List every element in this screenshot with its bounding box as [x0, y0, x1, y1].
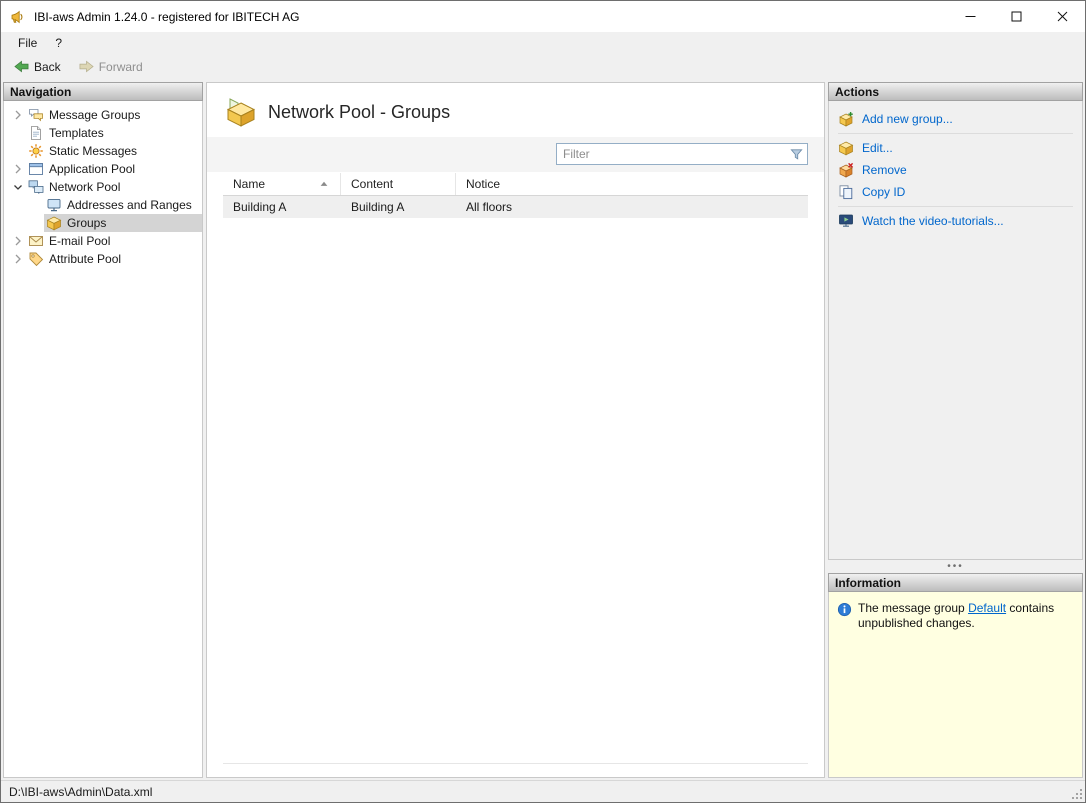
- forward-button[interactable]: Forward: [74, 57, 148, 76]
- menu-file[interactable]: File: [9, 33, 46, 53]
- filter-input[interactable]: [563, 147, 789, 161]
- menubar: File ?: [1, 32, 1085, 54]
- nav-item-templates[interactable]: Templates: [4, 124, 202, 142]
- window-controls: [947, 1, 1085, 32]
- nav-item-static-messages[interactable]: Static Messages: [4, 142, 202, 160]
- nav-item-attribute-pool[interactable]: Attribute Pool: [4, 250, 202, 268]
- information-message: The message group Default contains unpub…: [858, 601, 1055, 630]
- attribute-pool-icon: [28, 251, 44, 267]
- navigation-panel-header: Navigation: [3, 82, 203, 101]
- application-pool-icon: [28, 161, 44, 177]
- video-tutorials-icon: [838, 213, 854, 229]
- forward-arrow-icon: [79, 59, 94, 74]
- chevron-right-icon[interactable]: [10, 251, 26, 267]
- information-panel-header: Information: [828, 573, 1083, 592]
- table-row[interactable]: Building A Building A All floors: [223, 196, 808, 218]
- column-header-notice[interactable]: Notice: [456, 173, 808, 195]
- cell-content: Building A: [351, 200, 405, 214]
- action-watch-video-tutorials[interactable]: Watch the video-tutorials...: [838, 210, 1073, 232]
- templates-icon: [28, 125, 44, 141]
- actions-panel-header: Actions: [828, 82, 1083, 101]
- sort-ascending-icon: [318, 178, 330, 190]
- actions-separator: [838, 206, 1073, 207]
- info-icon: [837, 601, 852, 617]
- content-area: Navigation Message Groups Templates Stat…: [1, 79, 1085, 780]
- default-message-group-link[interactable]: Default: [968, 601, 1006, 615]
- remove-group-icon: [838, 162, 854, 178]
- nav-item-network-pool[interactable]: Network Pool: [4, 178, 202, 196]
- network-pool-icon: [28, 179, 44, 195]
- cell-name: Building A: [233, 200, 287, 214]
- minimize-button[interactable]: [947, 1, 993, 32]
- resize-grip-icon[interactable]: [1072, 789, 1083, 800]
- chevron-right-icon[interactable]: [10, 107, 26, 123]
- nav-item-message-groups[interactable]: Message Groups: [4, 106, 202, 124]
- maximize-button[interactable]: [993, 1, 1039, 32]
- filter-box: [556, 143, 808, 165]
- right-panel: Actions Add new group... Edit... Remove: [828, 82, 1083, 778]
- nav-item-email-pool[interactable]: E-mail Pool: [4, 232, 202, 250]
- page-title: Network Pool - Groups: [268, 101, 451, 122]
- addresses-and-ranges-icon: [46, 197, 62, 213]
- app-icon: [10, 9, 26, 25]
- back-arrow-icon: [14, 59, 29, 74]
- cell-notice: All floors: [466, 200, 513, 214]
- chevron-down-icon[interactable]: [10, 179, 26, 195]
- toolbar: Back Forward: [1, 54, 1085, 79]
- filter-funnel-icon[interactable]: [789, 147, 804, 162]
- titlebar[interactable]: IBI-aws Admin 1.24.0 - registered for IB…: [1, 1, 1085, 32]
- nav-item-application-pool[interactable]: Application Pool: [4, 160, 202, 178]
- network-pool-groups-icon: [223, 96, 257, 128]
- table-header: Name Content Notice: [223, 173, 808, 196]
- selected-tree-item: Groups: [44, 214, 202, 232]
- action-edit[interactable]: Edit...: [838, 137, 1073, 159]
- nav-item-groups[interactable]: Groups: [4, 214, 202, 232]
- nav-item-addresses-and-ranges[interactable]: Addresses and Ranges: [4, 196, 202, 214]
- add-group-icon: [838, 111, 854, 127]
- groups-icon: [46, 215, 62, 231]
- app-window: IBI-aws Admin 1.24.0 - registered for IB…: [0, 0, 1086, 803]
- navigation-panel: Navigation Message Groups Templates Stat…: [3, 82, 203, 778]
- statusbar-path: D:\IBI-aws\Admin\Data.xml: [9, 784, 153, 799]
- action-copy-id[interactable]: Copy ID: [838, 181, 1073, 203]
- action-add-new-group[interactable]: Add new group...: [838, 108, 1073, 130]
- menu-help[interactable]: ?: [46, 33, 71, 53]
- action-remove[interactable]: Remove: [838, 159, 1073, 181]
- main-panel: Network Pool - Groups Name Content: [206, 82, 825, 778]
- edit-group-icon: [838, 140, 854, 156]
- actions-panel: Add new group... Edit... Remove Copy ID: [828, 101, 1083, 560]
- column-header-name[interactable]: Name: [223, 173, 341, 195]
- message-groups-icon: [28, 107, 44, 123]
- groups-table: Name Content Notice Building A Building …: [223, 173, 808, 764]
- navigation-tree: Message Groups Templates Static Messages: [3, 101, 203, 778]
- email-pool-icon: [28, 233, 44, 249]
- chevron-right-icon[interactable]: [10, 233, 26, 249]
- close-button[interactable]: [1039, 1, 1085, 32]
- filter-row: [207, 137, 824, 172]
- main-header: Network Pool - Groups: [207, 83, 824, 137]
- information-panel: The message group Default contains unpub…: [828, 592, 1083, 778]
- chevron-right-icon[interactable]: [10, 161, 26, 177]
- column-header-content[interactable]: Content: [341, 173, 456, 195]
- statusbar: D:\IBI-aws\Admin\Data.xml: [1, 780, 1085, 802]
- static-messages-icon: [28, 143, 44, 159]
- copy-id-icon: [838, 184, 854, 200]
- panel-splitter[interactable]: •••: [828, 560, 1083, 573]
- window-title: IBI-aws Admin 1.24.0 - registered for IB…: [34, 9, 300, 24]
- actions-separator: [838, 133, 1073, 134]
- back-button[interactable]: Back: [9, 57, 66, 76]
